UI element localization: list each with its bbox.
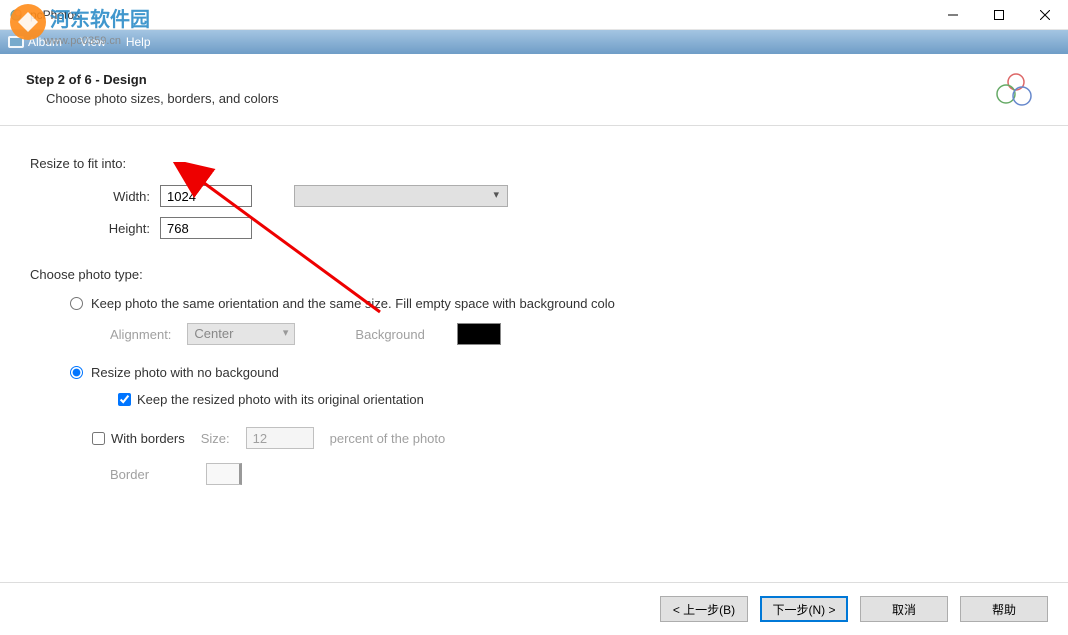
height-label: Height:	[70, 221, 150, 236]
border-color-row: Border	[110, 463, 1038, 485]
width-label: Width:	[70, 189, 150, 204]
option-resize-label: Resize photo with no backgound	[91, 365, 279, 380]
alignment-combo: Center	[187, 323, 295, 345]
wizard-header: Step 2 of 6 - Design Choose photo sizes,…	[0, 54, 1068, 126]
with-borders-checkbox[interactable]	[92, 432, 105, 445]
menu-album-label: Album	[28, 35, 62, 49]
back-button[interactable]: < 上一步(B)	[660, 596, 748, 622]
option-same-size-row[interactable]: Keep photo the same orientation and the …	[70, 296, 1038, 311]
menu-album[interactable]: Album	[0, 30, 70, 54]
option-resize-radio[interactable]	[70, 366, 83, 379]
with-borders-row: With borders Size: percent of the photo	[92, 427, 1038, 449]
menu-view-label: View	[80, 35, 106, 49]
maximize-button[interactable]	[976, 0, 1022, 30]
background-label: Background	[355, 327, 424, 342]
resize-mode-combo[interactable]	[294, 185, 508, 207]
header-logo-icon	[994, 72, 1034, 111]
resize-section-label: Resize to fit into:	[30, 156, 1038, 171]
height-input[interactable]	[160, 217, 252, 239]
menubar: Album View Help	[0, 30, 1068, 54]
album-icon	[8, 34, 24, 51]
keep-orientation-label: Keep the resized photo with its original…	[137, 392, 424, 407]
height-row: Height:	[70, 217, 1038, 239]
wizard-panel: Step 2 of 6 - Design Choose photo sizes,…	[0, 54, 1068, 635]
app-icon	[8, 7, 24, 23]
close-button[interactable]	[1022, 0, 1068, 30]
keep-orientation-row[interactable]: Keep the resized photo with its original…	[118, 392, 1038, 407]
border-size-label: Size:	[201, 431, 230, 446]
option-same-size-label: Keep photo the same orientation and the …	[91, 296, 615, 311]
background-color-swatch	[457, 323, 501, 345]
cancel-button[interactable]: 取消	[860, 596, 948, 622]
option-resize-row[interactable]: Resize photo with no backgound	[70, 365, 1038, 380]
border-color-swatch	[206, 463, 242, 485]
with-borders-label: With borders	[111, 431, 185, 446]
alignment-row: Alignment: Center Background	[110, 323, 1038, 345]
menu-view[interactable]: View	[70, 30, 116, 54]
step-title: Step 2 of 6 - Design	[26, 72, 279, 87]
width-input[interactable]	[160, 185, 252, 207]
wizard-footer: < 上一步(B) 下一步(N) > 取消 帮助	[0, 583, 1068, 635]
width-row: Width:	[70, 185, 1038, 207]
minimize-button[interactable]	[930, 0, 976, 30]
keep-orientation-checkbox[interactable]	[118, 393, 131, 406]
step-subtitle: Choose photo sizes, borders, and colors	[46, 91, 279, 106]
titlebar: pcPhotos	[0, 0, 1068, 30]
border-size-input	[246, 427, 314, 449]
percent-label: percent of the photo	[330, 431, 446, 446]
border-color-label: Border	[110, 467, 190, 482]
choose-type-label: Choose photo type:	[30, 267, 1038, 282]
next-button[interactable]: 下一步(N) >	[760, 596, 848, 622]
alignment-label: Alignment:	[110, 327, 171, 342]
window-controls	[930, 0, 1068, 30]
menu-help[interactable]: Help	[116, 30, 161, 54]
wizard-body: Resize to fit into: Width: Height: Choos…	[0, 126, 1068, 583]
option-same-size-radio[interactable]	[70, 297, 83, 310]
help-button[interactable]: 帮助	[960, 596, 1048, 622]
window-title: pcPhotos	[30, 8, 80, 22]
menu-help-label: Help	[126, 35, 151, 49]
